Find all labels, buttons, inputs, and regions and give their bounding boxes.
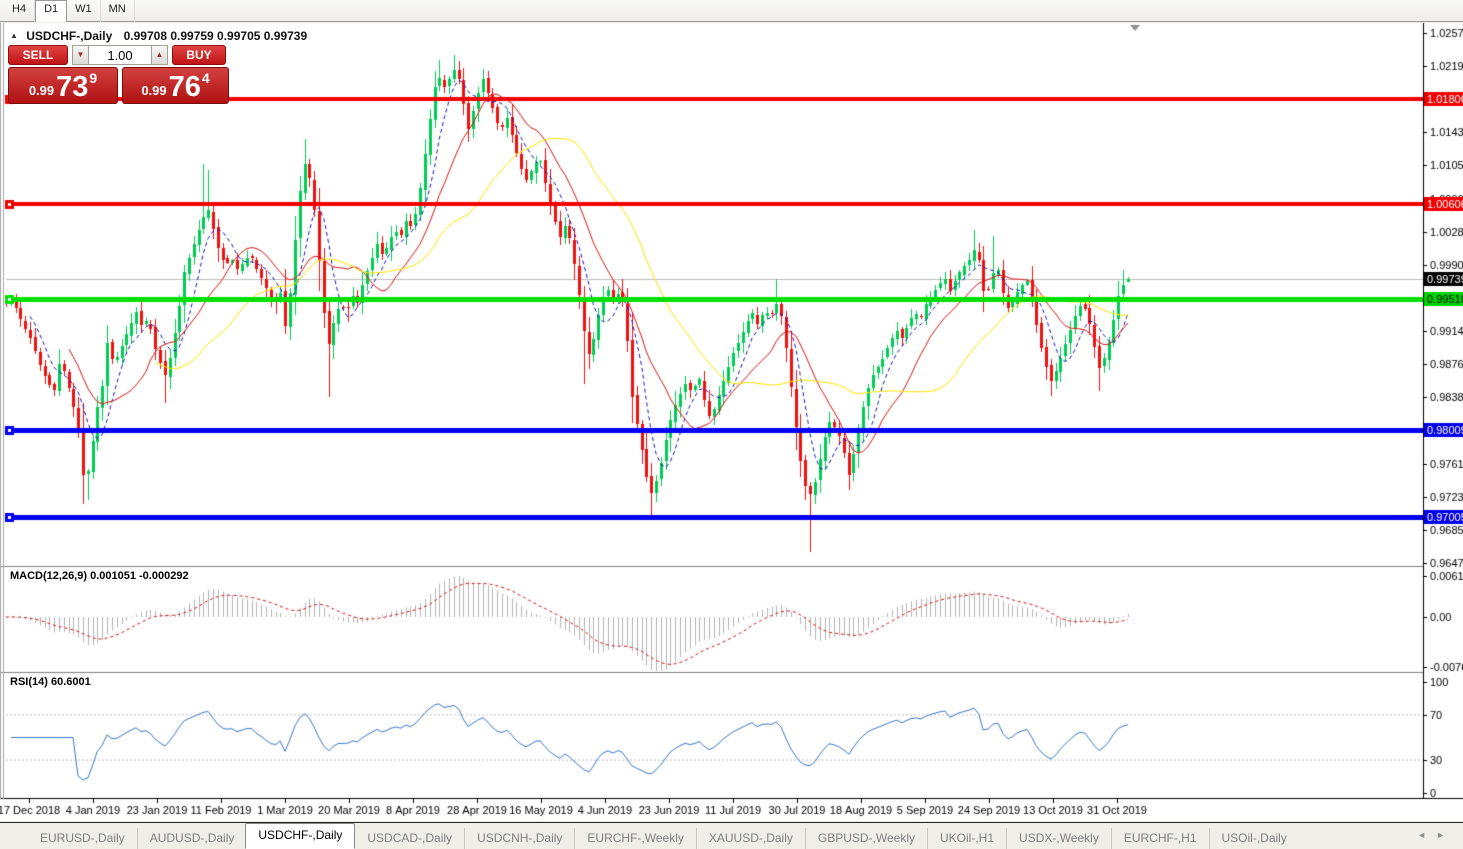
collapse-one-click-icon[interactable]: ▲ [10, 31, 18, 40]
triangle-up-icon: ▲ [156, 51, 164, 59]
timeframe-button-d1[interactable]: D1 [35, 0, 67, 22]
tab-usdx-weekly[interactable]: USDX-,Weekly [1006, 828, 1111, 849]
timeframe-button-w1[interactable]: W1 [67, 0, 101, 22]
chart-tab-bar: EURUSD-,Daily AUDUSD-,Daily USDCHF-,Dail… [0, 822, 1463, 849]
volume-increase-button[interactable]: ▲ [151, 45, 168, 65]
tab-audusd-daily[interactable]: AUDUSD-,Daily [137, 828, 247, 849]
timeframe-toolbar: H4 D1 W1 MN [0, 0, 1463, 22]
sell-price-point: 9 [89, 70, 97, 86]
triangle-down-icon: ▼ [77, 51, 85, 59]
buy-price-pips: 76 [169, 75, 201, 100]
tab-usdcad-daily[interactable]: USDCAD-,Daily [354, 828, 464, 849]
tab-scroll-left-icon[interactable]: ◄ [1417, 830, 1436, 840]
chart-canvas[interactable] [0, 0, 1463, 849]
tab-eurusd-daily[interactable]: EURUSD-,Daily [28, 828, 137, 849]
buy-price-major: 0.99 [141, 83, 166, 98]
tab-usoil-daily[interactable]: USOil-,Daily [1209, 828, 1299, 849]
sell-button[interactable]: SELL [8, 45, 68, 65]
chart-symbol-label: USDCHF-,Daily [26, 29, 112, 43]
tab-eurchf-weekly[interactable]: EURCHF-,Weekly [574, 828, 695, 849]
buy-price-panel[interactable]: 0.99 76 4 [122, 67, 229, 104]
tab-eurchf-h1[interactable]: EURCHF-,H1 [1111, 828, 1209, 849]
macd-indicator-label: MACD(12,26,9) 0.001051 -0.000292 [10, 570, 189, 582]
tab-usdcnh-daily[interactable]: USDCNH-,Daily [464, 828, 574, 849]
timeframe-button-mn[interactable]: MN [101, 0, 135, 22]
buy-button[interactable]: BUY [172, 45, 226, 65]
tab-scroll-right-icon[interactable]: ► [1436, 830, 1455, 840]
volume-input[interactable] [89, 45, 151, 65]
rsi-indicator-label: RSI(14) 60.6001 [10, 676, 91, 688]
one-click-trading-panel: SELL ▼ ▲ BUY 0.99 73 9 0.99 76 4 [8, 45, 229, 104]
timeframe-button-h4[interactable]: H4 [4, 0, 35, 22]
tab-xauusd-daily[interactable]: XAUUSD-,Daily [696, 828, 805, 849]
buy-price-point: 4 [202, 70, 210, 86]
sell-price-panel[interactable]: 0.99 73 9 [8, 67, 118, 104]
tab-gbpusd-weekly[interactable]: GBPUSD-,Weekly [805, 828, 927, 849]
tab-usdchf-daily[interactable]: USDCHF-,Daily [245, 823, 355, 849]
volume-decrease-button[interactable]: ▼ [72, 45, 89, 65]
tab-ukoil-h1[interactable]: UKOil-,H1 [927, 828, 1006, 849]
chart-title: ▲ USDCHF-,Daily 0.99708 0.99759 0.99705 … [10, 29, 307, 43]
chart-ohlc-values: 0.99708 0.99759 0.99705 0.99739 [124, 29, 308, 43]
sell-price-pips: 73 [56, 75, 88, 100]
sell-price-major: 0.99 [29, 83, 54, 98]
